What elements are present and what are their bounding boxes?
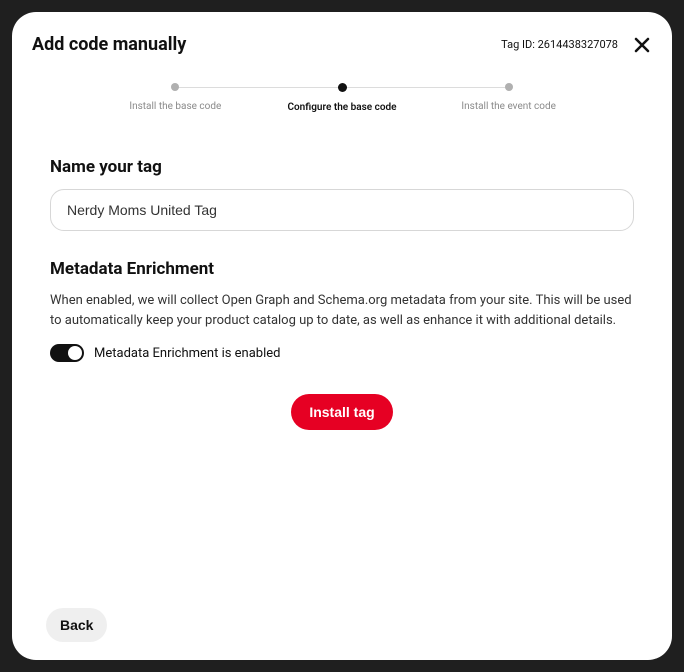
metadata-toggle-row: Metadata Enrichment is enabled [50, 344, 634, 362]
metadata-toggle-label: Metadata Enrichment is enabled [94, 346, 281, 361]
back-button[interactable]: Back [46, 608, 107, 642]
name-tag-section: Name your tag [32, 157, 652, 231]
step-label: Configure the base code [287, 102, 396, 113]
install-tag-button[interactable]: Install tag [291, 394, 392, 430]
step-dot-icon [338, 83, 347, 92]
close-button[interactable] [632, 35, 652, 55]
step-label: Install the base code [129, 101, 221, 112]
step-install-base-code[interactable]: Install the base code [92, 83, 259, 112]
stepper: Install the base code Configure the base… [92, 83, 592, 113]
step-dot-icon [171, 83, 179, 91]
add-code-manually-modal: Add code manually Tag ID: 2614438327078 … [12, 12, 672, 660]
header-right: Tag ID: 2614438327078 [501, 35, 652, 55]
close-icon [634, 37, 650, 53]
modal-title: Add code manually [32, 34, 186, 55]
modal-header: Add code manually Tag ID: 2614438327078 [32, 34, 652, 55]
toggle-knob-icon [68, 346, 82, 360]
step-connector [175, 87, 342, 88]
metadata-description: When enabled, we will collect Open Graph… [50, 291, 634, 330]
step-connector [342, 87, 509, 88]
tag-id-label: Tag ID: 2614438327078 [501, 38, 618, 51]
metadata-toggle[interactable] [50, 344, 84, 362]
step-dot-icon [505, 83, 513, 91]
modal-footer: Back [32, 608, 652, 642]
tag-name-input[interactable] [50, 189, 634, 231]
metadata-enrichment-section: Metadata Enrichment When enabled, we wil… [32, 259, 652, 362]
metadata-title: Metadata Enrichment [50, 259, 634, 279]
name-tag-title: Name your tag [50, 157, 634, 177]
install-row: Install tag [32, 394, 652, 430]
step-label: Install the event code [461, 101, 556, 112]
